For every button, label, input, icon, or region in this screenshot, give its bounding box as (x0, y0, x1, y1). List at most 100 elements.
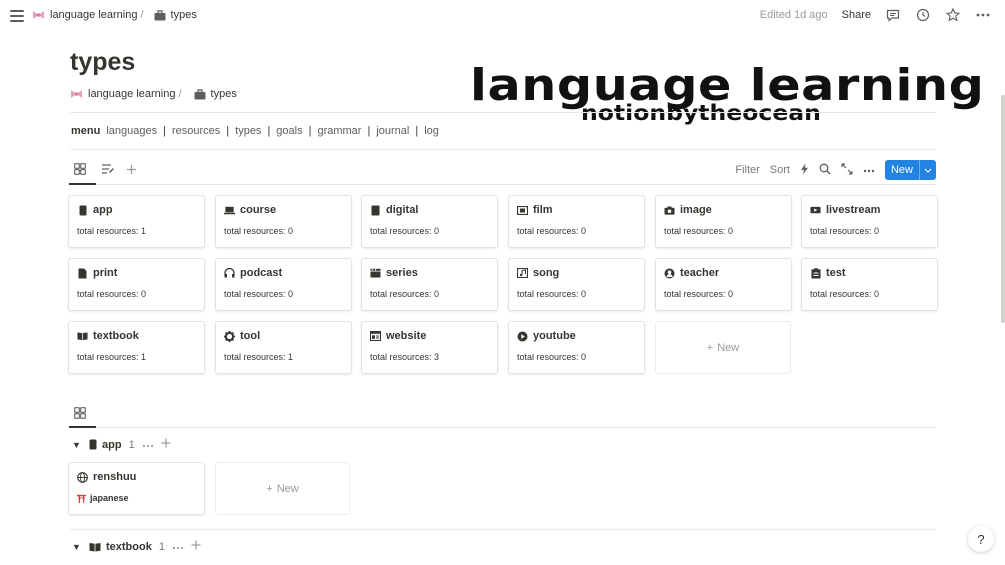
phone-icon (89, 439, 97, 450)
search-icon[interactable] (819, 163, 831, 178)
gallery-card-print[interactable]: print total resources: 0 (68, 258, 205, 311)
document-icon (77, 268, 88, 279)
nav-separator: | (163, 125, 166, 137)
breadcrumb-label: language learning (50, 9, 138, 21)
property-label: total resources: (517, 352, 579, 362)
more-options-icon[interactable] (142, 439, 154, 451)
property-label: total resources: (224, 226, 286, 236)
gallery-card-podcast[interactable]: podcast total resources: 0 (215, 258, 352, 311)
gallery-card-image[interactable]: image total resources: 0 (655, 195, 792, 248)
list-view-icon[interactable] (101, 162, 117, 178)
card-title: tool (240, 330, 261, 342)
gallery-card-tool[interactable]: tool total resources: 1 (215, 321, 352, 374)
page-breadcrumb-language-learning[interactable]: language learning (70, 88, 175, 100)
divider (70, 427, 936, 428)
property-value: 1 (288, 352, 294, 362)
nav-link-log[interactable]: log (424, 125, 439, 137)
plus-icon: + (266, 482, 273, 495)
card-title: digital (386, 204, 419, 216)
gallery-card-website[interactable]: website total resources: 3 (361, 321, 498, 374)
group-name[interactable]: textbook (89, 541, 152, 553)
gallery-card-song[interactable]: song total resources: 0 (508, 258, 645, 311)
group-name[interactable]: app (89, 439, 122, 451)
globe-icon (77, 471, 88, 483)
nav-link-resources[interactable]: resources (172, 125, 220, 137)
gallery-card-digital[interactable]: digital total resources: 0 (361, 195, 498, 248)
gallery-card-textbook[interactable]: textbook total resources: 1 (68, 321, 205, 374)
gallery-card-teacher[interactable]: teacher total resources: 0 (655, 258, 792, 311)
automation-lightning-icon[interactable] (800, 163, 809, 178)
scrollbar[interactable] (1001, 95, 1005, 323)
plus-icon: + (706, 341, 714, 354)
help-button[interactable]: ? (968, 526, 994, 552)
banner-subtitle: notionbytheocean (581, 101, 821, 125)
page-title: types (70, 48, 136, 76)
more-options-icon[interactable] (172, 541, 184, 553)
card-title: film (533, 204, 553, 216)
more-options-icon[interactable] (975, 7, 991, 23)
collapse-caret-icon[interactable]: ▼ (72, 542, 82, 552)
gallery-card-course[interactable]: course total resources: 0 (215, 195, 352, 248)
add-view-icon[interactable] (126, 162, 142, 178)
card-title: course (240, 204, 277, 216)
comments-icon[interactable] (885, 7, 901, 23)
gallery-view-icon[interactable] (74, 406, 88, 420)
history-clock-icon[interactable] (915, 7, 931, 23)
gallery-card-youtube[interactable]: youtube total resources: 0 (508, 321, 645, 374)
gallery-new-card-button[interactable]: + New (655, 321, 791, 374)
gallery-card-series[interactable]: series total resources: 0 (361, 258, 498, 311)
new-button-label[interactable]: New (885, 160, 920, 180)
gallery-card-film[interactable]: film total resources: 0 (508, 195, 645, 248)
laptop-icon (224, 205, 235, 216)
breadcrumb-types[interactable]: types (154, 9, 197, 21)
plus-icon[interactable] (191, 540, 201, 553)
page-breadcrumb-types[interactable]: types (194, 88, 237, 100)
nav-link-types[interactable]: types (235, 125, 261, 137)
sort-button[interactable]: Sort (770, 164, 790, 176)
sidebar-toggle-icon[interactable] (10, 10, 24, 22)
plus-icon[interactable] (161, 438, 171, 451)
gallery-card-test[interactable]: test total resources: 0 (801, 258, 938, 311)
board-new-card-button[interactable]: + New (215, 462, 350, 515)
favorite-star-icon[interactable] (945, 7, 961, 23)
page-breadcrumb: language learning / types (70, 88, 237, 100)
property-value: 0 (141, 289, 147, 299)
property-value: 0 (434, 289, 440, 299)
breadcrumb: language learning / types (32, 9, 197, 21)
nav-link-grammar[interactable]: grammar (317, 125, 361, 137)
breadcrumb-label: types (170, 9, 197, 21)
card-title: podcast (240, 267, 283, 279)
property-value: 0 (874, 226, 880, 236)
nav-separator: | (415, 125, 419, 137)
property-label: total resources: (810, 226, 872, 236)
breadcrumb-language-learning[interactable]: language learning (32, 9, 137, 21)
property-value: 3 (434, 352, 440, 362)
card-title: print (93, 267, 118, 279)
nav-link-languages[interactable]: languages (106, 125, 157, 137)
new-button[interactable]: New (884, 160, 936, 180)
nav-link-goals[interactable]: goals (276, 125, 302, 137)
share-button[interactable]: Share (842, 9, 871, 21)
card-title: textbook (93, 330, 139, 342)
collapse-caret-icon[interactable]: ▼ (72, 440, 82, 450)
property-label: total resources: (77, 352, 139, 362)
gallery-view-icon[interactable] (74, 162, 90, 178)
property-value: 0 (581, 352, 587, 362)
divider (70, 529, 936, 530)
gallery-card-app[interactable]: app total resources: 1 (68, 195, 205, 248)
nav-link-journal[interactable]: journal (376, 125, 409, 137)
group-count: 1 (158, 540, 165, 553)
gallery-card-livestream[interactable]: livestream total resources: 0 (801, 195, 938, 248)
board-card-renshuu[interactable]: renshuu japanese (68, 462, 205, 515)
expand-arrows-icon[interactable] (841, 162, 853, 178)
property-value: 0 (434, 226, 440, 236)
filter-button[interactable]: Filter (735, 164, 759, 176)
more-options-icon[interactable] (863, 164, 875, 176)
divider (70, 112, 936, 113)
property-label: total resources: (370, 226, 432, 236)
banner-image: language learning notionbytheocean (470, 64, 984, 134)
top-bar: language learning / types Edited 1d ago … (0, 0, 1005, 33)
tablet-icon (370, 205, 381, 216)
chevron-down-icon[interactable] (920, 160, 936, 180)
book-icon (77, 331, 88, 342)
